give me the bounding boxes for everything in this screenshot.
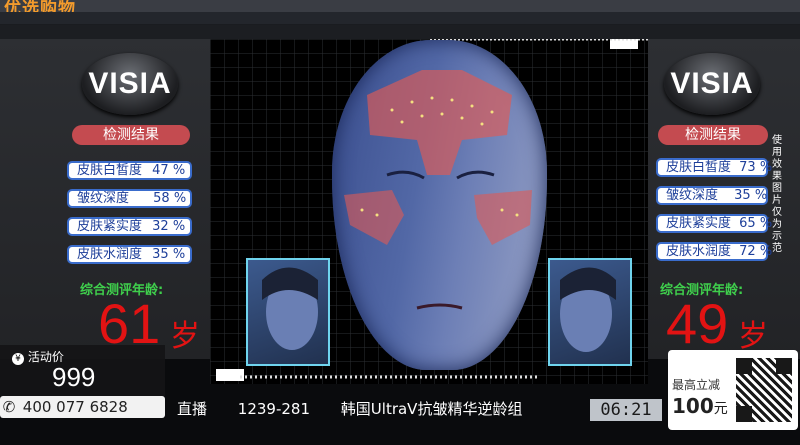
metric-label: 皮肤水润度 bbox=[77, 247, 143, 262]
metric-value: 47 % bbox=[152, 163, 186, 178]
metric-label: 皮肤白皙度 bbox=[77, 163, 143, 178]
result-title: 检测结果 bbox=[72, 125, 190, 145]
side-profile-right bbox=[548, 258, 632, 366]
metric-label: 皮肤紧实度 bbox=[666, 216, 732, 231]
promo-card[interactable]: 最高立减 100元 bbox=[668, 350, 798, 430]
metric-value: 73 % bbox=[739, 160, 773, 175]
metric-label: 皱纹深度 bbox=[666, 188, 719, 203]
visia-logo: VISIA bbox=[82, 53, 178, 115]
side-profile-left bbox=[246, 258, 330, 366]
face-scan-image bbox=[332, 40, 547, 370]
hotline-number: 400 077 6828 bbox=[22, 398, 128, 416]
metric-whiteness: 皮肤白皙度 47 % bbox=[67, 161, 192, 180]
metric-label: 皮肤白皙度 bbox=[666, 160, 732, 175]
metric-label: 皮肤水润度 bbox=[666, 244, 732, 259]
metric-firmness: 皮肤紧实度 65 % bbox=[656, 214, 772, 233]
tab-bar bbox=[0, 12, 800, 25]
metric-wrinkle: 皱纹深度 58 % bbox=[67, 189, 192, 208]
metric-whiteness: 皮肤白皙度 73 % bbox=[656, 158, 772, 177]
metric-moisture: 皮肤水润度 35 % bbox=[67, 245, 192, 264]
yen-icon: ¥ bbox=[12, 353, 24, 365]
product-code: 1239-281 bbox=[237, 400, 311, 418]
metric-label: 皮肤紧实度 bbox=[77, 219, 143, 234]
result-title: 检测结果 bbox=[658, 125, 768, 145]
disclaimer-note: 使用效果图片仅为示范 bbox=[772, 135, 782, 254]
phone-icon: ✆ bbox=[2, 398, 16, 416]
analysis-zones bbox=[344, 70, 532, 310]
live-label: 直播 bbox=[177, 400, 208, 418]
right-result-panel: VISIA 检测结果 皮肤白皙度 73 % 皱纹深度 35 % 皮肤紧实度 65… bbox=[648, 39, 800, 359]
age-value: 61 bbox=[98, 292, 161, 355]
promo-text: 最高立减 bbox=[672, 378, 721, 392]
metric-label: 皱纹深度 bbox=[77, 191, 130, 206]
clock: 06:21 bbox=[590, 399, 662, 421]
promo-amount: 100元 bbox=[672, 394, 728, 418]
metric-value: 72 % bbox=[739, 244, 773, 259]
metric-value: 35 % bbox=[152, 247, 186, 262]
age-unit: 岁 bbox=[170, 319, 200, 354]
price-box: ¥ 活动价 999 bbox=[0, 345, 165, 396]
window-titlebar: 优选购物 bbox=[0, 0, 800, 19]
metric-value: 65 % bbox=[739, 216, 773, 231]
product-title: 韩国UltraV抗皱精华逆龄组 bbox=[340, 400, 523, 418]
left-result-panel: VISIA 检测结果 皮肤白皙度 47 % 皱纹深度 58 % 皮肤紧实度 32… bbox=[0, 39, 210, 359]
metric-value: 32 % bbox=[152, 219, 186, 234]
price-value: 999 bbox=[52, 362, 96, 392]
metric-value: 35 % bbox=[734, 188, 768, 203]
visia-logo: VISIA bbox=[664, 53, 760, 115]
metric-value: 58 % bbox=[153, 191, 187, 206]
toolbar-row bbox=[0, 25, 800, 39]
metric-moisture: 皮肤水润度 72 % bbox=[656, 242, 772, 261]
metric-wrinkle: 皱纹深度 35 % bbox=[656, 186, 768, 205]
hotline[interactable]: ✆ 400 077 6828 bbox=[0, 396, 165, 418]
qr-code-icon bbox=[736, 358, 792, 422]
age-value: 49 bbox=[666, 292, 729, 355]
metric-firmness: 皮肤紧实度 32 % bbox=[67, 217, 192, 236]
live-ticker: 直播 1239-281 韩国UltraV抗皱精华逆龄组 bbox=[165, 398, 590, 420]
age-unit: 岁 bbox=[738, 319, 768, 354]
